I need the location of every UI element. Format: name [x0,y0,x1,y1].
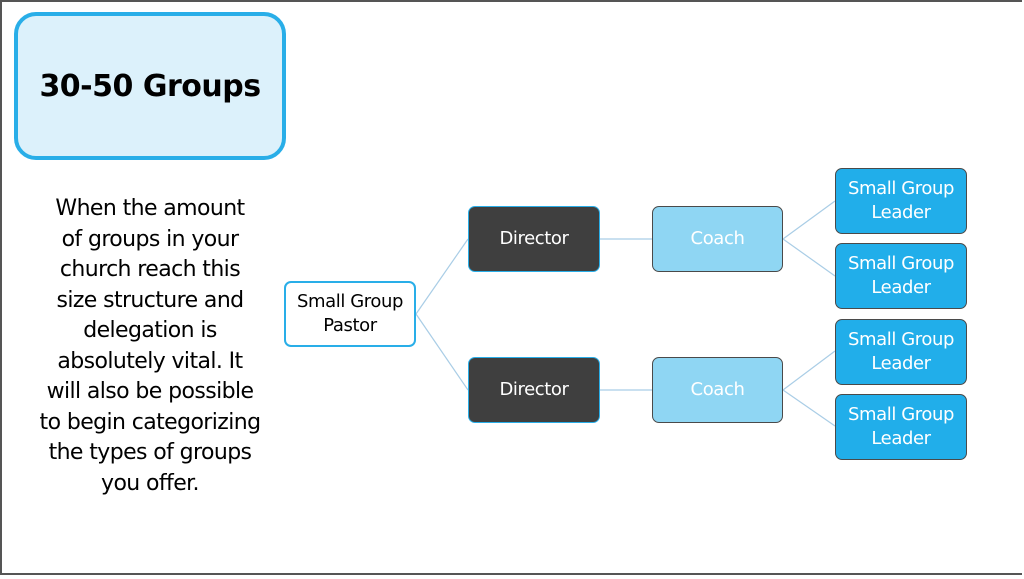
description-text: When the amount of groups in your church… [14,194,286,499]
description-line: you offer. [101,470,200,496]
connector-coach-leader-3 [782,350,836,391]
node-label: Leader [871,202,931,223]
description-line: size structure and [56,287,244,313]
description-line: the types of groups [48,440,252,465]
connector-coach-leader-2 [782,238,836,277]
node-label: Small Group [847,178,955,199]
node-label: Coach [690,228,745,249]
node-small-group-pastor: Small Group Pastor [284,281,416,347]
connector-coach-leader-4 [782,389,836,427]
description-line: absolutely vital. It [57,348,243,374]
node-label: Director [499,379,569,400]
node-coach-2: Coach [652,357,783,423]
node-label: Small Group [847,404,955,425]
title-box: 30-50 Groups [14,12,286,160]
node-label: Leader [871,277,931,298]
node-coach-1: Coach [652,206,783,272]
node-label: Pastor [323,315,377,336]
node-small-group-leader-3: Small Group Leader [835,319,967,385]
node-director-1: Director [468,206,600,272]
description-line: church reach this [59,257,241,282]
node-small-group-leader-2: Small Group Leader [835,243,967,309]
connector-pastor-director-2 [415,313,469,391]
connector-coach-leader-1 [782,200,836,240]
connector-pastor-director-1 [415,238,469,315]
node-label: Leader [871,428,931,449]
node-label: Small Group [296,291,404,312]
node-small-group-leader-4: Small Group Leader [835,394,967,460]
node-label: Leader [871,353,931,374]
node-label: Small Group [847,329,955,350]
description-line: of groups in your [61,226,239,252]
description-line: When the amount [55,196,245,221]
slide: 30-50 Groups When the amount of groups i… [0,0,1022,575]
slide-title: 30-50 Groups [39,68,261,104]
description-line: will also be possible [46,379,254,404]
node-label: Coach [690,379,745,400]
node-label: Director [499,228,569,249]
node-label: Small Group [847,253,955,274]
node-director-2: Director [468,357,600,423]
node-small-group-leader-1: Small Group Leader [835,168,967,234]
description-line: delegation is [83,318,217,343]
description-line: to begin categorizing [39,409,261,435]
